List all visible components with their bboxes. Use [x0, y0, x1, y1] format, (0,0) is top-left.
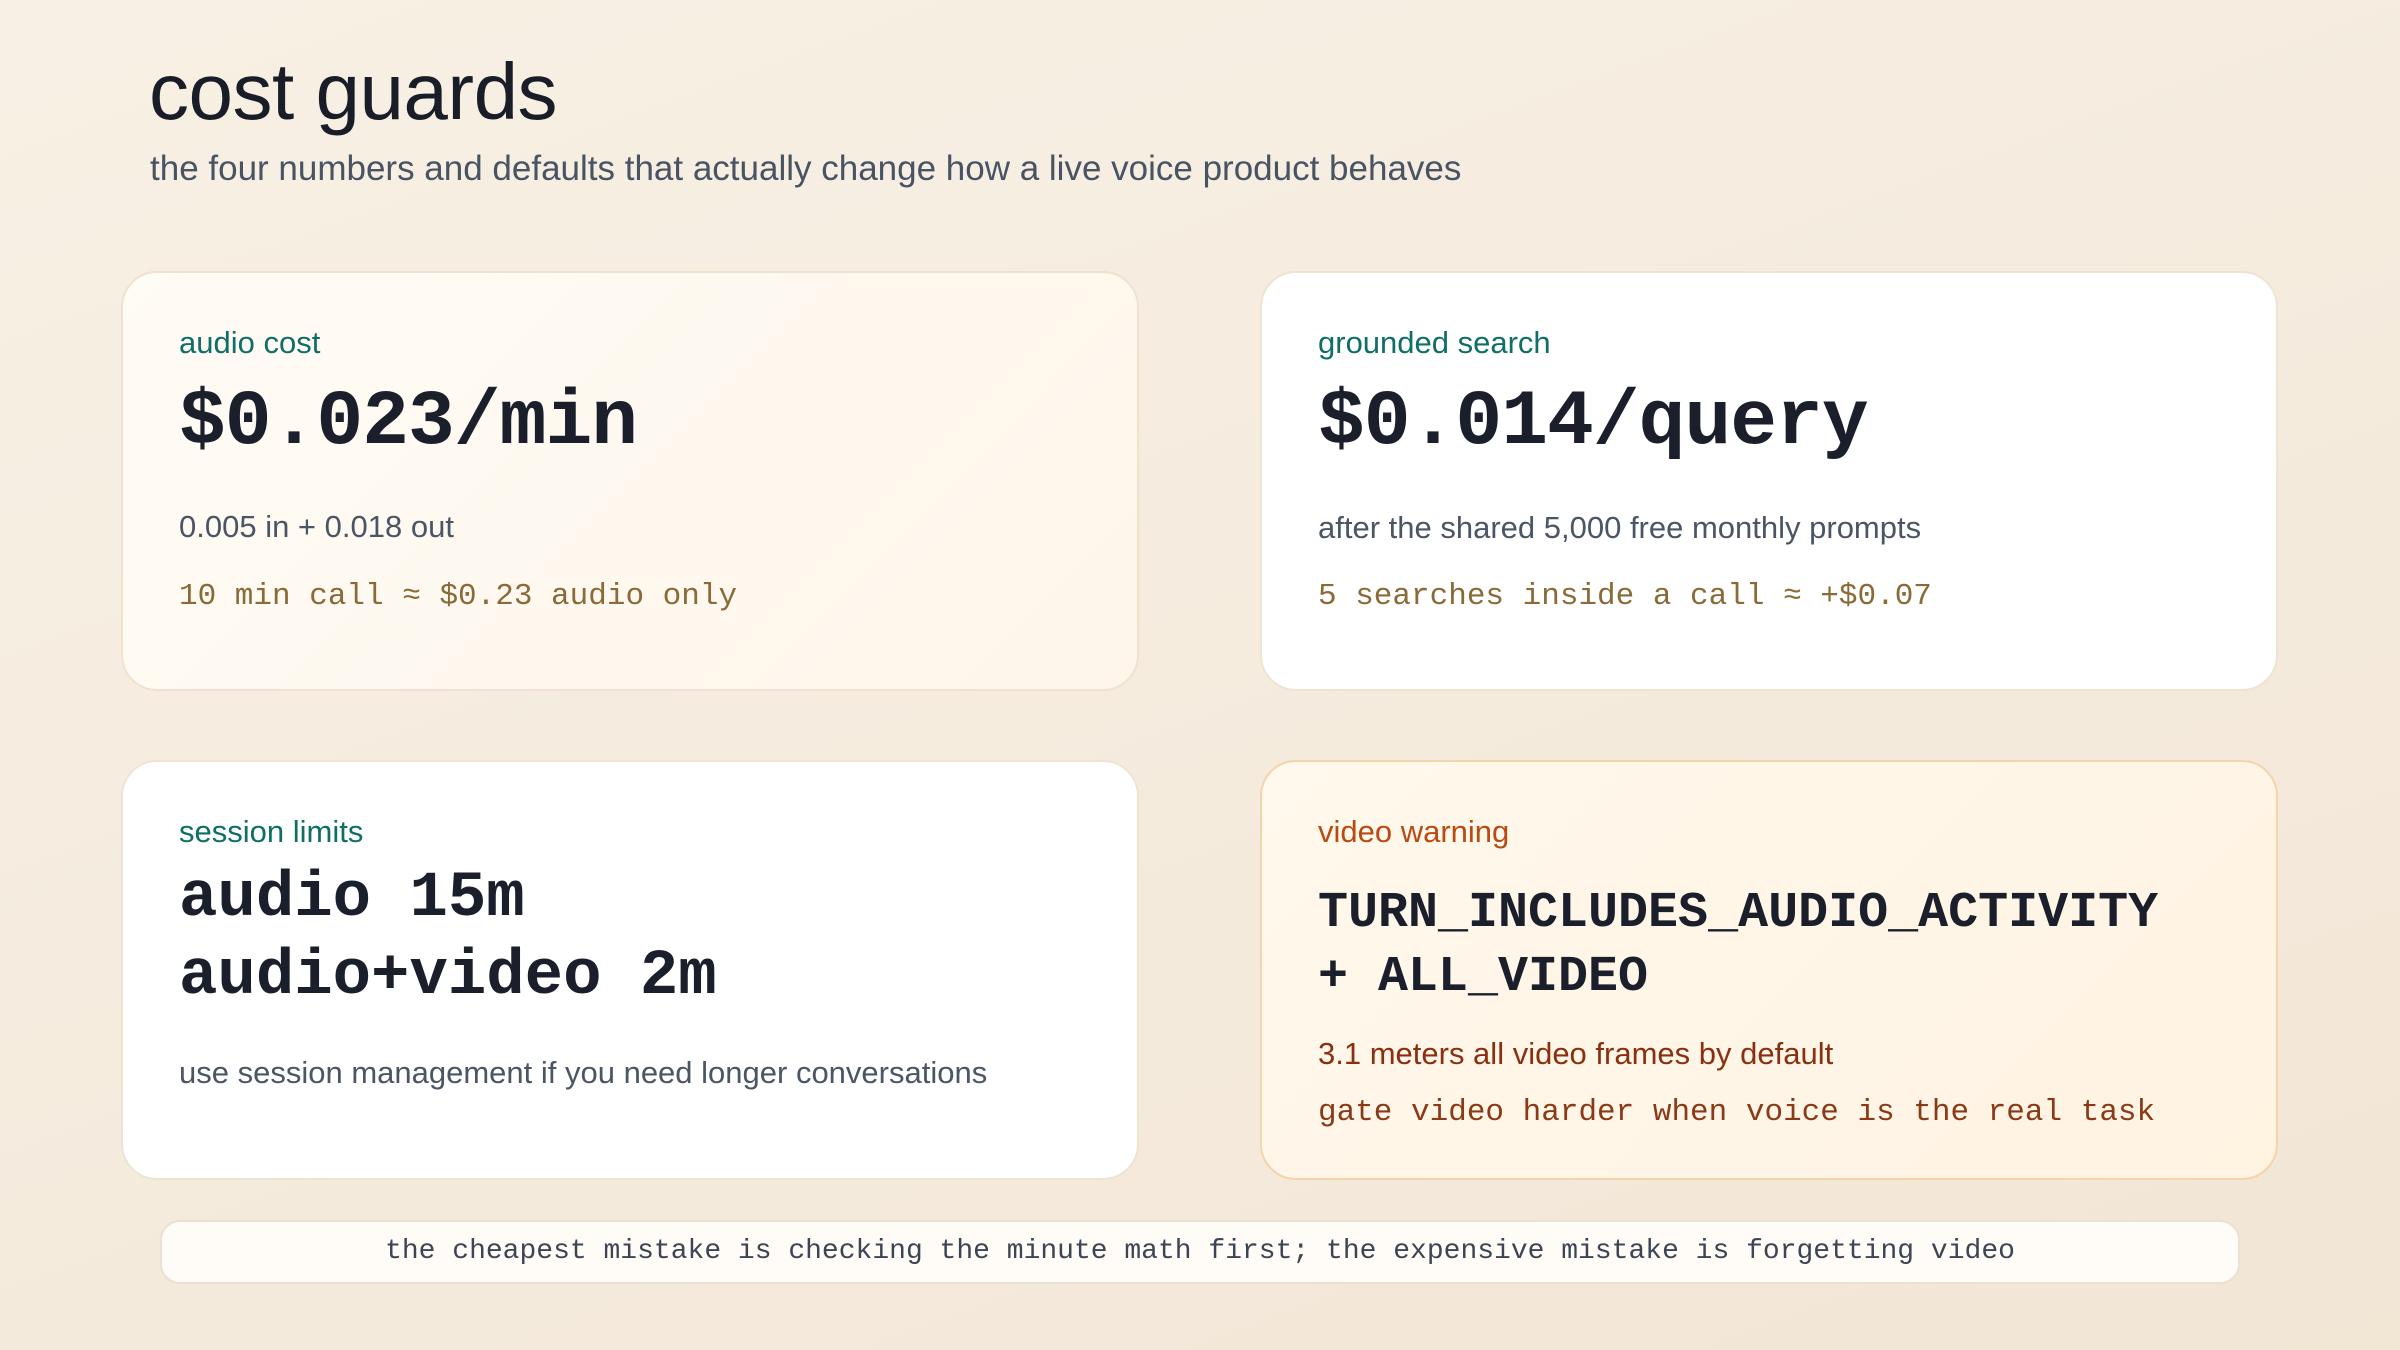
session-limit-audio-video: audio+video 2m: [179, 941, 717, 1013]
audio-cost-label: audio cost: [179, 325, 321, 360]
video-warning-note: 3.1 meters all video frames by default: [1318, 1036, 1834, 1071]
grounded-search-note: after the shared 5,000 free monthly prom…: [1318, 510, 1922, 545]
session-limits-label: session limits: [179, 814, 364, 849]
session-limits-note: use session management if you need longe…: [179, 1055, 988, 1090]
audio-cost-example: 10 min call ≈ $0.23 audio only: [179, 579, 738, 614]
audio-cost-breakdown: 0.005 in + 0.018 out: [179, 509, 454, 544]
video-warning-advice: gate video harder when voice is the real…: [1318, 1095, 2156, 1130]
page-subtitle: the four numbers and defaults that actua…: [150, 149, 1462, 188]
footer-callout: the cheapest mistake is checking the min…: [160, 1220, 2240, 1284]
footer-text: the cheapest mistake is checking the min…: [385, 1236, 2015, 1267]
audio-cost-card: audio cost $0.023/min 0.005 in + 0.018 o…: [121, 271, 1139, 691]
video-warning-setting-line1: TURN_INCLUDES_AUDIO_ACTIVITY: [1318, 885, 2159, 942]
grounded-search-card: grounded search $0.014/query after the s…: [1260, 271, 2278, 691]
session-limit-audio: audio 15m: [179, 863, 525, 935]
video-warning-card: video warning TURN_INCLUDES_AUDIO_ACTIVI…: [1260, 760, 2278, 1180]
page-title: cost guards: [149, 47, 558, 136]
video-warning-setting-line2: + ALL_VIDEO: [1318, 949, 1649, 1006]
grounded-search-value: $0.014/query: [1318, 379, 1869, 467]
session-limits-card: session limits audio 15m audio+video 2m …: [121, 760, 1139, 1180]
video-warning-label: video warning: [1318, 814, 1510, 849]
grounded-search-example: 5 searches inside a call ≈ +$0.07: [1318, 579, 1932, 614]
video-warning-setting: TURN_INCLUDES_AUDIO_ACTIVITY + ALL_VIDEO: [1318, 882, 2158, 1010]
audio-cost-value: $0.023/min: [179, 379, 638, 467]
session-limits-values: audio 15m audio+video 2m: [179, 860, 717, 1016]
grounded-search-label: grounded search: [1318, 325, 1551, 360]
